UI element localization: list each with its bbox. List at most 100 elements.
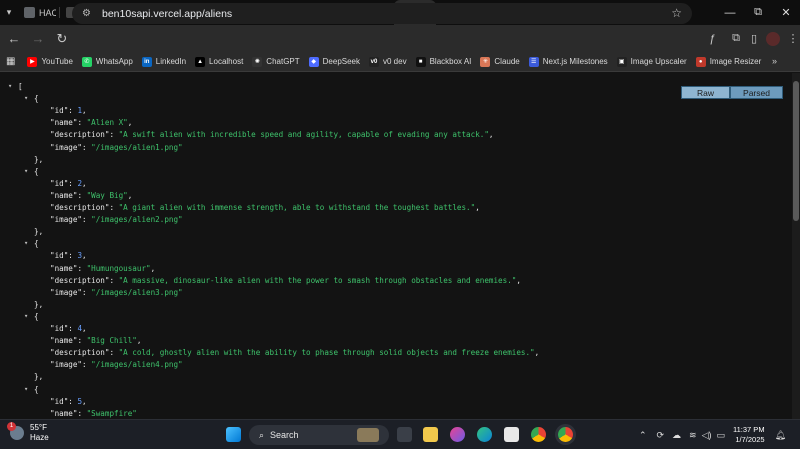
bookmark-chatgpt[interactable]: ✺ ChatGPT — [252, 56, 300, 67]
start-button-icon[interactable] — [226, 427, 241, 442]
deepseek-icon: ◆ — [308, 56, 319, 67]
edge-icon[interactable] — [477, 427, 492, 442]
reload-button[interactable]: ↻ — [50, 27, 74, 51]
json-field-description: "description": "A massive, dinosaur-like… — [50, 275, 521, 285]
scrollbar[interactable] — [792, 73, 800, 419]
json-field-id: "id": 1, — [50, 106, 87, 116]
bookmark-image-upscaler[interactable]: ▣ Image Upscaler — [616, 56, 687, 67]
tab-title: HAC — [39, 7, 56, 18]
json-open-bracket: [ — [18, 82, 23, 91]
image-resizer-icon: ● — [695, 56, 706, 67]
battery-icon[interactable]: ▭ — [717, 430, 726, 441]
tab-1[interactable]: HAC — [18, 0, 60, 25]
scrollbar-thumb[interactable] — [793, 81, 799, 221]
bookmark-v0-dev[interactable]: v0 v0 dev — [369, 56, 407, 67]
minimize-button[interactable]: — — [716, 7, 744, 19]
extensions-icon[interactable]: ⧉ — [724, 32, 748, 45]
bookmark-next-js-milestones[interactable]: ☰ Next.js Milestones — [528, 56, 608, 67]
extension-fx-icon[interactable]: ƒ — [700, 33, 724, 45]
copilot-icon[interactable] — [450, 427, 465, 442]
wifi-icon[interactable]: ≋ — [689, 430, 697, 441]
notifications-icon[interactable]: 🔔︎ — [775, 430, 786, 441]
weather-widget[interactable]: 1 55°F Haze — [7, 422, 49, 443]
json-field-id: "id": 5, — [50, 396, 87, 406]
json-object-open: { — [34, 384, 39, 394]
json-field-id: "id": 2, — [50, 178, 87, 188]
collapse-arrow-icon[interactable]: ▾ — [24, 239, 28, 247]
sync-icon[interactable]: ⟳ — [656, 430, 664, 441]
bookmark-label: Localhost — [209, 57, 244, 66]
bookmark-claude[interactable]: ✳ Claude — [480, 56, 520, 67]
volume-icon[interactable]: ◁) — [702, 430, 712, 441]
store-icon[interactable] — [504, 427, 519, 442]
bookmark-blackbox-ai[interactable]: ■ Blackbox AI — [415, 56, 471, 67]
bookmark-star-icon[interactable]: ☆ — [671, 6, 682, 20]
maximize-button[interactable]: ⧉ — [744, 6, 772, 19]
collapse-arrow-icon[interactable]: ▾ — [24, 167, 28, 175]
bookmark-youtube[interactable]: ▶ YouTube — [27, 56, 73, 67]
raw-button[interactable]: Raw — [681, 86, 730, 99]
weather-condition: Haze — [30, 433, 49, 442]
json-object-close: }, — [34, 372, 44, 382]
address-bar[interactable]: ⚙ ben10sapi.vercel.app/aliens ☆ — [72, 3, 692, 24]
chrome-icon[interactable] — [531, 427, 546, 442]
bookmark-label: ChatGPT — [266, 57, 300, 66]
json-field-name: "name": "Swampfire" — [50, 408, 137, 418]
collapse-arrow-icon[interactable]: ▾ — [24, 94, 28, 102]
search-icon: ⌕ — [259, 429, 265, 440]
bookmark-label: WhatsApp — [95, 57, 133, 66]
json-field-name: "name": "Humungousaur", — [50, 263, 156, 273]
notification-badge: 1 — [7, 422, 16, 431]
site-info-icon[interactable]: ⚙ — [82, 8, 94, 20]
date: 1/7/2025 — [735, 435, 765, 444]
collapse-arrow-icon[interactable]: ▾ — [24, 312, 28, 320]
apps-icon[interactable]: ▦ — [6, 56, 15, 67]
json-field-image: "image": "/images/alien1.png" — [50, 142, 183, 152]
task-view-icon[interactable] — [397, 427, 412, 442]
weather-icon: 1 — [7, 422, 24, 440]
bookmark-label: Image Resizer — [709, 57, 762, 66]
taskbar: 1 55°F Haze ⌕ Search ⌃ ⟳ ☁ ≋ ◁) ▭ 11:37 … — [0, 419, 800, 449]
toolbar: ← → ↻ — [0, 25, 800, 52]
json-field-description: "description": "A cold, ghostly alien wi… — [50, 348, 540, 358]
bookmark-linkedin[interactable]: in LinkedIn — [141, 56, 187, 67]
menu-icon[interactable]: ⋮ — [786, 32, 800, 45]
bookmark-image-resizer[interactable]: ● Image Resizer — [695, 56, 762, 67]
file-explorer-icon[interactable] — [423, 427, 438, 442]
url-text: ben10sapi.vercel.app/aliens — [102, 7, 233, 20]
bookmark-label: v0 dev — [383, 57, 407, 66]
json-field-description: "description": "A giant alien with immen… — [50, 203, 480, 212]
json-object-open: { — [34, 94, 39, 104]
tab-search-icon[interactable]: ▾ — [0, 1, 18, 25]
bookmark-label: YouTube — [41, 57, 73, 66]
json-object-open: { — [34, 311, 39, 321]
show-hidden-icons-icon[interactable]: ⌃ — [639, 430, 647, 441]
profile-avatar[interactable] — [766, 31, 780, 46]
bookmark-deepseek[interactable]: ◆ DeepSeek — [308, 56, 360, 67]
cloud-icon[interactable]: ☁ — [672, 430, 681, 441]
more-bookmarks-icon[interactable]: » — [772, 56, 777, 66]
json-field-name: "name": "Big Chill", — [50, 336, 142, 346]
sidebar-icon[interactable]: ▯ — [748, 32, 760, 45]
toolbar-actions: ƒ ⧉ ▯ ⋮ — [700, 25, 800, 52]
search-placeholder: Search — [270, 430, 299, 440]
back-button[interactable]: ← — [2, 27, 26, 51]
close-window-button[interactable]: ✕ — [772, 6, 800, 19]
json-field-name: "name": "Alien X", — [50, 118, 133, 128]
json-field-image: "image": "/images/alien2.png" — [50, 215, 183, 225]
json-viewer: ▾[▾{"id": 1, "name": "Alien X", "descripti… — [0, 73, 792, 419]
clock[interactable]: 11:37 PM 1/7/2025 — [733, 425, 765, 445]
search-highlight-icon — [357, 428, 379, 442]
collapse-arrow-icon[interactable]: ▾ — [24, 385, 28, 393]
bookmark-label: LinkedIn — [155, 57, 187, 66]
taskbar-search[interactable]: ⌕ Search — [249, 425, 389, 445]
bookmark-whatsapp[interactable]: ✆ WhatsApp — [81, 56, 133, 67]
bookmark-localhost[interactable]: ▲ Localhost — [195, 56, 244, 67]
parsed-button[interactable]: Parsed — [730, 86, 783, 99]
forward-button[interactable]: → — [26, 27, 50, 51]
raw-parsed-toggle: Raw Parsed — [681, 86, 783, 99]
chrome-active-icon[interactable] — [558, 427, 573, 442]
json-field-name: "name": "Way Big", — [50, 190, 133, 200]
collapse-arrow-icon[interactable]: ▾ — [8, 82, 12, 90]
bookmark-label: DeepSeek — [322, 57, 360, 66]
